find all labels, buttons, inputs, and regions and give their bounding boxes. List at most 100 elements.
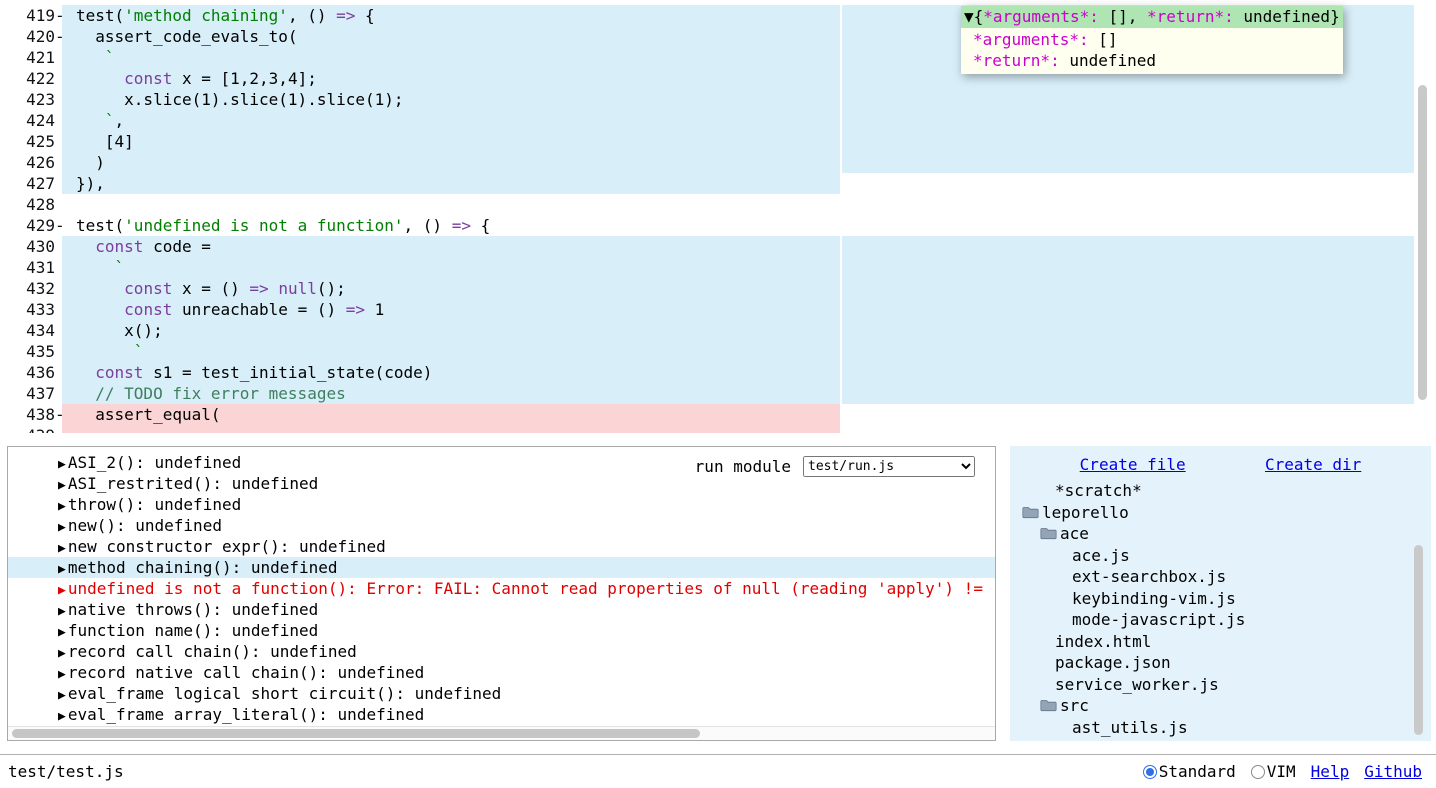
expand-triangle-icon[interactable]: ▶: [58, 604, 66, 619]
file-tree-item[interactable]: package.json: [1010, 652, 1431, 674]
line-number[interactable]: 420-: [0, 26, 62, 47]
test-result-row[interactable]: ▶new(): undefined: [8, 515, 995, 536]
tooltip-summary[interactable]: ▼{*arguments*: [], *return*: undefined}: [961, 6, 1343, 28]
test-result-row[interactable]: ▶eval_frame array_literal(): undefined: [8, 704, 995, 725]
code-line[interactable]: const x = () => null();: [62, 278, 1414, 299]
create-dir-link[interactable]: Create dir: [1265, 455, 1361, 474]
file-tree-item[interactable]: index.html: [1010, 631, 1431, 653]
expand-triangle-icon[interactable]: ▶: [58, 520, 66, 535]
line-number[interactable]: 432: [0, 278, 62, 299]
create-file-link[interactable]: Create file: [1080, 455, 1186, 474]
editor-vertical-scrollbar[interactable]: [1418, 85, 1427, 400]
code-token: [76, 384, 95, 403]
code-line[interactable]: // TODO fix error messages: [62, 383, 1414, 404]
line-number[interactable]: 428: [0, 194, 62, 215]
code-line[interactable]: const code =: [62, 236, 1414, 257]
line-number[interactable]: 421: [0, 47, 62, 68]
fold-icon[interactable]: -: [55, 215, 62, 236]
fold-icon[interactable]: -: [55, 404, 62, 425]
expand-triangle-icon[interactable]: ▶: [58, 457, 66, 472]
line-number[interactable]: 419-: [0, 5, 62, 26]
line-number[interactable]: 422: [0, 68, 62, 89]
expand-triangle-icon[interactable]: ▶: [58, 709, 66, 724]
expand-triangle-icon[interactable]: ▶: [58, 667, 66, 682]
code-line[interactable]: assert_equal(: [62, 404, 1414, 425]
file-tree-item[interactable]: ace: [1010, 523, 1431, 545]
file-tree-item[interactable]: mode-javascript.js: [1010, 609, 1431, 631]
file-tree-item[interactable]: ace.js: [1010, 545, 1431, 567]
code-line[interactable]: const s1 = test_initial_state(code): [62, 362, 1414, 383]
code-line[interactable]: [4]: [62, 131, 1414, 152]
test-result-row[interactable]: ▶function name(): undefined: [8, 620, 995, 641]
expand-triangle-icon[interactable]: ▶: [58, 562, 66, 577]
code-line[interactable]: }),: [62, 173, 1414, 194]
line-number[interactable]: 436: [0, 362, 62, 383]
line-number[interactable]: 427: [0, 173, 62, 194]
line-number[interactable]: 435: [0, 341, 62, 362]
code-line[interactable]: `: [62, 257, 1414, 278]
file-tree-item[interactable]: src: [1010, 695, 1431, 717]
line-number[interactable]: 429-: [0, 215, 62, 236]
code-token: *return*:: [1147, 7, 1234, 26]
github-link[interactable]: Github: [1364, 762, 1422, 781]
code-line[interactable]: ): [62, 152, 1414, 173]
results-scrollbar-thumb[interactable]: [12, 729, 700, 738]
file-tree-item[interactable]: *scratch*: [1010, 480, 1431, 502]
expand-triangle-icon[interactable]: ▶: [58, 646, 66, 661]
line-number[interactable]: 433: [0, 299, 62, 320]
line-number[interactable]: 437: [0, 383, 62, 404]
value-inspector-tooltip[interactable]: ▼{*arguments*: [], *return*: undefined} …: [961, 6, 1343, 74]
file-tree-item[interactable]: ext-searchbox.js: [1010, 566, 1431, 588]
code-line[interactable]: `: [62, 341, 1414, 362]
code-line[interactable]: `,: [62, 110, 1414, 131]
code-line[interactable]: x.slice(1).slice(1).slice(1);: [62, 89, 1414, 110]
results-horizontal-scrollbar[interactable]: [8, 726, 995, 740]
code-line[interactable]: test('undefined is not a function', () =…: [62, 215, 1414, 236]
test-result-row[interactable]: ▶method chaining(): undefined: [8, 557, 995, 578]
test-result-row[interactable]: ▶new constructor expr(): undefined: [8, 536, 995, 557]
expand-triangle-icon[interactable]: ▶: [58, 688, 66, 703]
code-line[interactable]: [62, 194, 1414, 215]
file-name: ext-searchbox.js: [1072, 566, 1226, 588]
editor-line: 438- assert_equal(: [0, 404, 1414, 425]
line-number[interactable]: 438-: [0, 404, 62, 425]
expand-triangle-icon[interactable]: ▶: [58, 499, 66, 514]
line-number[interactable]: 424: [0, 110, 62, 131]
test-result-row[interactable]: ▶throw(): undefined: [8, 494, 995, 515]
keybinding-vim-radio[interactable]: VIM: [1251, 762, 1296, 781]
line-number[interactable]: 439: [0, 425, 62, 433]
test-result-row[interactable]: ▶record call chain(): undefined: [8, 641, 995, 662]
code-line[interactable]: const unreachable = () => 1: [62, 299, 1414, 320]
expand-triangle-icon[interactable]: ▶: [58, 478, 66, 493]
test-result-row[interactable]: ▶undefined is not a function(): Error: F…: [8, 578, 995, 599]
module-select[interactable]: test/run.js: [803, 456, 975, 477]
line-number[interactable]: 431: [0, 257, 62, 278]
file-name: *scratch*: [1055, 480, 1142, 502]
files-vertical-scrollbar[interactable]: [1414, 545, 1423, 735]
radio-standard-icon[interactable]: [1143, 765, 1157, 779]
expand-triangle-icon[interactable]: ▶: [58, 541, 66, 556]
fold-icon[interactable]: -: [55, 26, 62, 47]
test-result-row[interactable]: ▶eval_frame logical short circuit(): und…: [8, 683, 995, 704]
line-number[interactable]: 430: [0, 236, 62, 257]
keybinding-standard-radio[interactable]: Standard: [1143, 762, 1236, 781]
file-tree-item[interactable]: service_worker.js: [1010, 674, 1431, 696]
code-token: const: [124, 279, 172, 298]
file-tree-item[interactable]: keybinding-vim.js: [1010, 588, 1431, 610]
help-link[interactable]: Help: [1311, 762, 1350, 781]
code-line[interactable]: [62, 425, 1414, 433]
expand-triangle-icon[interactable]: ▶: [58, 625, 66, 640]
file-tree-item[interactable]: leporello: [1010, 502, 1431, 524]
test-result-row[interactable]: ▶native throws(): undefined: [8, 599, 995, 620]
code-line[interactable]: x();: [62, 320, 1414, 341]
line-number[interactable]: 425: [0, 131, 62, 152]
file-tree-item[interactable]: ast_utils.js: [1010, 717, 1431, 739]
line-number[interactable]: 426: [0, 152, 62, 173]
fold-icon[interactable]: -: [55, 5, 62, 26]
line-number[interactable]: 423: [0, 89, 62, 110]
expand-triangle-icon[interactable]: ▶: [58, 583, 66, 598]
test-result-row[interactable]: ▶record native call chain(): undefined: [8, 662, 995, 683]
radio-vim-icon[interactable]: [1251, 765, 1265, 779]
code-token: [76, 69, 124, 88]
line-number[interactable]: 434: [0, 320, 62, 341]
